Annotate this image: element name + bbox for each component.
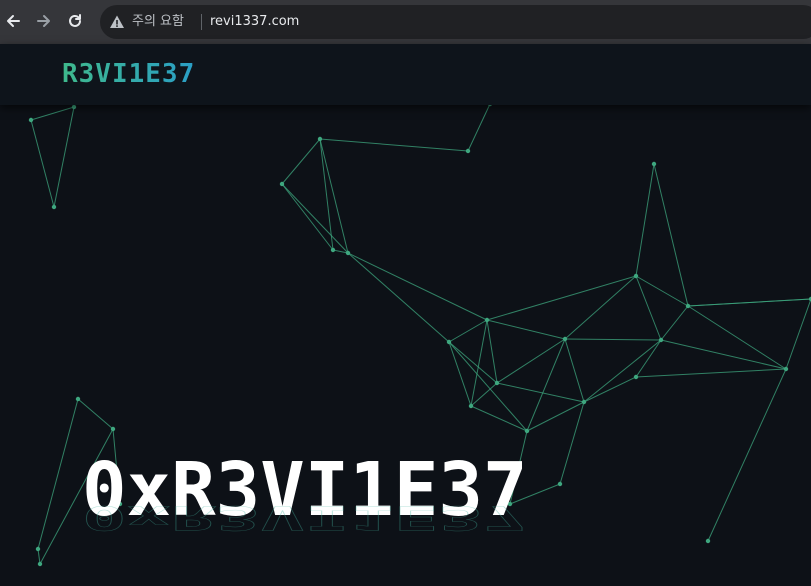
network-edge <box>30 106 75 121</box>
network-node <box>633 273 639 279</box>
network-edge <box>467 103 491 152</box>
network-edge <box>319 138 349 254</box>
network-edge <box>660 305 689 341</box>
network-edge <box>785 298 811 370</box>
network-edge <box>559 401 585 485</box>
network-node <box>557 481 563 487</box>
network-edge <box>77 398 114 430</box>
omnibox-separator <box>201 14 202 30</box>
network-node <box>685 303 691 309</box>
network-edge <box>37 398 79 550</box>
network-edge <box>687 298 811 307</box>
network-edge <box>564 338 585 403</box>
network-edge <box>635 339 662 378</box>
network-edge <box>635 275 689 307</box>
network-edge <box>635 163 655 277</box>
browser-toolbar: 주의 요함 revi1337.com <box>0 0 811 44</box>
network-edge <box>486 319 566 340</box>
network-edge <box>564 275 637 340</box>
network-edge <box>448 319 488 343</box>
security-warning-label[interactable]: 주의 요함 <box>132 5 184 39</box>
network-node <box>465 148 471 154</box>
network-edge <box>347 252 450 343</box>
network-edge <box>347 252 488 321</box>
network-node <box>37 561 43 567</box>
network-node <box>35 546 41 552</box>
site-logo[interactable]: R3VI1E37 <box>62 54 195 94</box>
site-header: R3VI1E37 <box>0 44 811 105</box>
url-text[interactable]: revi1337.com <box>210 5 299 39</box>
network-edge <box>281 138 321 185</box>
network-node <box>633 374 639 380</box>
network-node <box>658 337 664 343</box>
network-edge <box>281 183 349 254</box>
network-edge <box>707 368 787 542</box>
network-edge <box>687 305 787 370</box>
network-node <box>446 339 452 345</box>
network-edge <box>319 138 469 152</box>
network-edge <box>653 163 689 307</box>
back-button[interactable] <box>2 10 24 32</box>
network-edge <box>319 138 334 251</box>
arrow-left-icon <box>7 15 20 27</box>
network-node <box>524 428 530 434</box>
network-edge <box>564 338 662 341</box>
network-edge <box>486 319 498 384</box>
network-node <box>345 250 351 256</box>
hero-title-reflection: 0xR3VI1E37 <box>82 498 528 537</box>
network-node <box>484 317 490 323</box>
network-edge <box>660 339 787 370</box>
network-node <box>28 117 34 123</box>
network-node <box>494 380 500 386</box>
reload-button[interactable] <box>64 10 86 32</box>
network-edge <box>53 106 75 208</box>
network-node <box>562 336 568 342</box>
network-edge <box>470 405 528 432</box>
network-edge <box>37 548 41 565</box>
network-edge <box>496 338 566 384</box>
network-node <box>705 538 711 544</box>
network-edge <box>30 119 55 208</box>
network-edge <box>526 338 566 432</box>
network-edge <box>635 368 787 378</box>
network-edge <box>486 275 637 321</box>
reload-icon <box>69 14 81 27</box>
network-edge <box>526 401 585 432</box>
warning-icon[interactable] <box>109 14 125 30</box>
network-node <box>330 247 336 253</box>
network-node <box>71 104 77 110</box>
network-node <box>581 399 587 405</box>
network-node <box>51 204 57 210</box>
forward-button[interactable] <box>33 10 55 32</box>
network-node <box>468 403 474 409</box>
network-node <box>75 396 81 402</box>
network-edge <box>583 339 662 403</box>
address-bar[interactable]: 주의 요함 revi1337.com <box>100 5 811 39</box>
network-node <box>783 366 789 372</box>
network-node <box>317 136 323 142</box>
network-node <box>110 426 116 432</box>
network-edge <box>281 183 334 251</box>
network-edge <box>635 275 662 341</box>
arrow-right-icon <box>37 15 50 27</box>
network-node <box>279 181 285 187</box>
network-node <box>651 161 657 167</box>
